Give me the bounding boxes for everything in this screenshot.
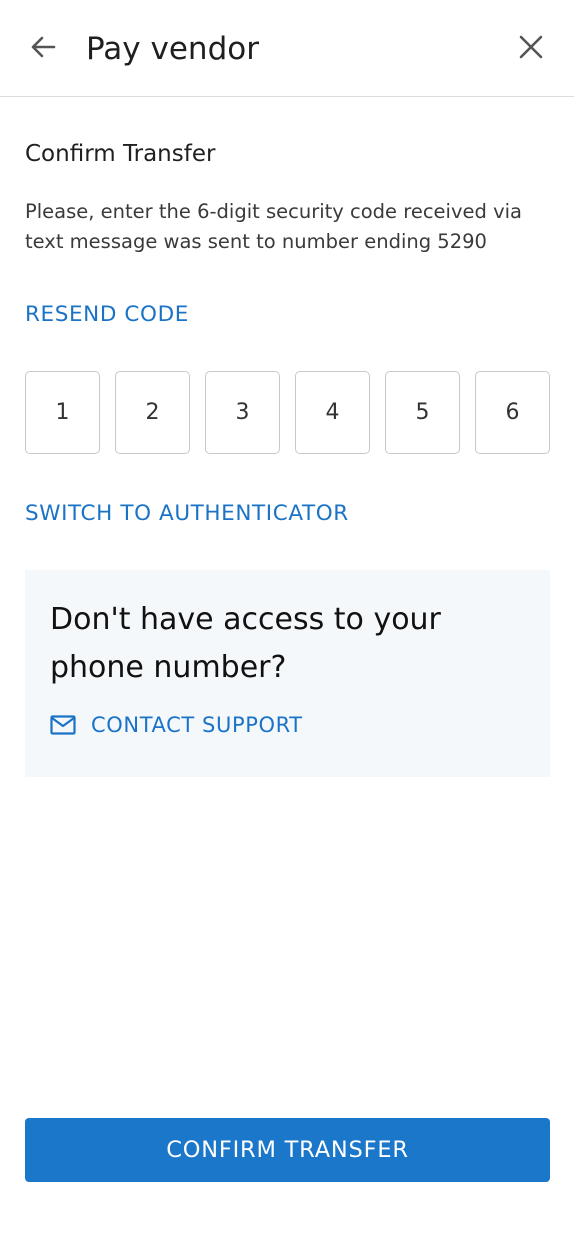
close-button[interactable] — [512, 30, 550, 68]
code-digit-1[interactable]: 1 — [25, 371, 100, 454]
page-title: Pay vendor — [86, 31, 259, 67]
code-digit-6[interactable]: 6 — [475, 371, 550, 454]
support-card: Don't have access to your phone number? … — [25, 570, 550, 777]
code-digit-3[interactable]: 3 — [205, 371, 280, 454]
code-instructions: Please, enter the 6-digit security code … — [25, 200, 522, 253]
code-digit-2[interactable]: 2 — [115, 371, 190, 454]
confirm-transfer-heading: Confirm Transfer — [25, 141, 216, 167]
code-digit-5[interactable]: 5 — [385, 371, 460, 454]
close-icon — [518, 34, 544, 64]
arrow-left-icon — [29, 33, 57, 65]
support-heading: Don't have access to your phone number? — [50, 602, 441, 685]
security-code-input: 1 2 3 4 5 6 — [25, 371, 550, 456]
contact-support-link[interactable]: CONTACT SUPPORT — [49, 710, 303, 740]
mail-icon — [49, 713, 77, 737]
resend-code-link[interactable]: RESEND CODE — [25, 300, 189, 330]
confirm-transfer-button[interactable]: CONFIRM TRANSFER — [25, 1118, 550, 1182]
switch-to-authenticator-link[interactable]: SWITCH TO AUTHENTICATOR — [25, 499, 349, 529]
back-button[interactable] — [24, 30, 62, 68]
app-header: Pay vendor — [0, 0, 574, 97]
code-digit-4[interactable]: 4 — [295, 371, 370, 454]
contact-support-label: CONTACT SUPPORT — [91, 713, 303, 737]
